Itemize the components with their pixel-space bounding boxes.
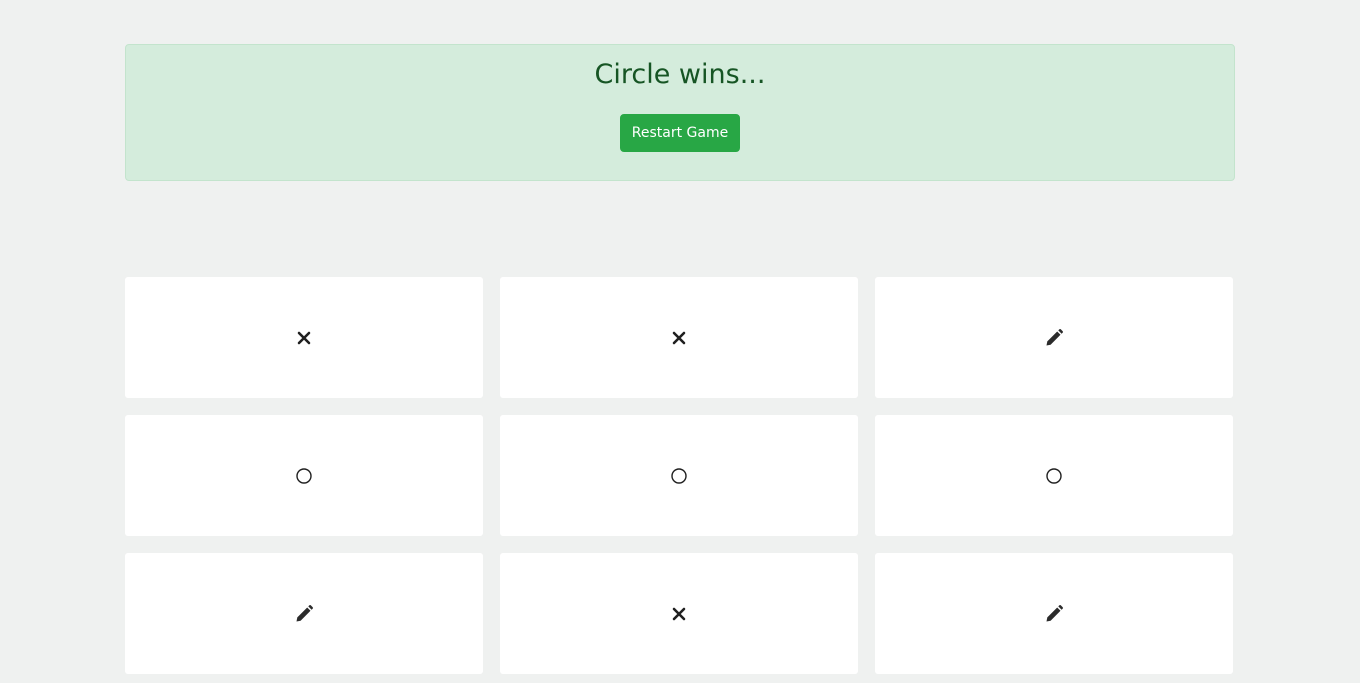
- pencil-icon: [1044, 604, 1064, 624]
- board-cell[interactable]: [875, 415, 1233, 536]
- circle-icon: [1044, 466, 1064, 486]
- board-cell[interactable]: [125, 553, 483, 674]
- board-cell[interactable]: [500, 415, 858, 536]
- result-banner: Circle wins... Restart Game: [125, 44, 1235, 181]
- board-cell[interactable]: [500, 277, 858, 398]
- board-cell[interactable]: [875, 553, 1233, 674]
- circle-icon: [669, 466, 689, 486]
- x-icon: [669, 604, 689, 624]
- game-board: [125, 277, 1235, 674]
- board-cell[interactable]: [125, 415, 483, 536]
- x-icon: [294, 328, 314, 348]
- board-cell[interactable]: [875, 277, 1233, 398]
- pencil-icon: [1044, 328, 1064, 348]
- board-cell[interactable]: [125, 277, 483, 398]
- result-title: Circle wins...: [594, 59, 766, 90]
- circle-icon: [294, 466, 314, 486]
- board-cell[interactable]: [500, 553, 858, 674]
- restart-game-button[interactable]: Restart Game: [620, 114, 740, 152]
- x-icon: [669, 328, 689, 348]
- pencil-icon: [294, 604, 314, 624]
